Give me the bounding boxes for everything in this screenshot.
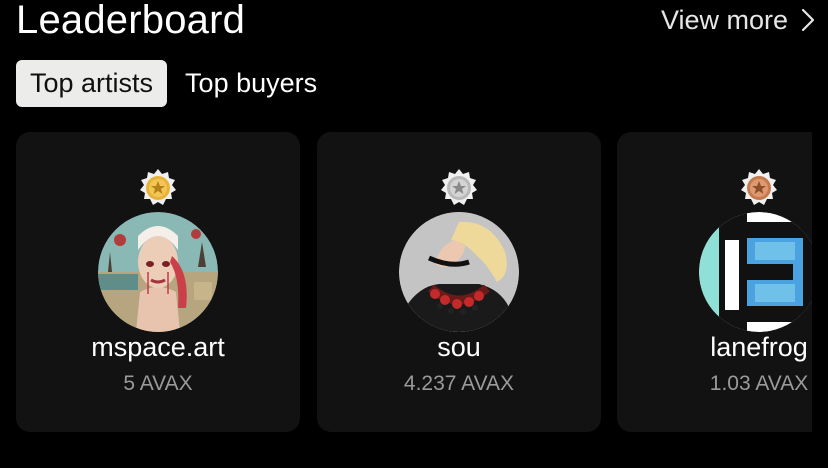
view-more-label: View more: [660, 4, 788, 35]
chevron-right-icon: [801, 8, 815, 32]
tab-top-artists[interactable]: Top artists: [16, 60, 168, 107]
artist-amount: 4.237 AVAX: [403, 372, 515, 395]
leaderboard-card[interactable]: sou 4.237 AVAX: [317, 132, 601, 432]
artist-amount: 1.03 AVAX: [709, 372, 809, 395]
silver-medal-icon: [441, 169, 477, 205]
leaderboard-header: Leaderboard View more: [16, 0, 816, 48]
page-title: Leaderboard: [16, 0, 246, 42]
leaderboard-section: Leaderboard View more Top artists Top bu…: [0, 0, 828, 468]
artist-name: mspace.art: [91, 332, 225, 362]
avatar-container: [98, 169, 218, 332]
leaderboard-card[interactable]: mspace.art 5 AVAX: [16, 132, 300, 432]
artist-name: lanefrog: [710, 332, 808, 362]
leaderboard-carousel[interactable]: mspace.art 5 AVAX sou 4.237 AVAX lanefro…: [16, 132, 812, 432]
view-more-link[interactable]: View more: [661, 5, 816, 36]
avatar-container: [699, 169, 812, 332]
gold-medal-icon: [140, 169, 176, 205]
lanefrog-logo-avatar: [699, 212, 812, 332]
avatar-container: [399, 169, 519, 332]
blonde-woman-avatar: [399, 212, 519, 332]
tab-top-buyers[interactable]: Top buyers: [177, 60, 331, 107]
leaderboard-card[interactable]: lanefrog 1.03 AVAX: [617, 132, 812, 432]
leaderboard-tabs: Top artists Top buyers: [16, 60, 331, 107]
surreal-portrait-avatar: [98, 212, 218, 332]
artist-amount: 5 AVAX: [123, 372, 193, 395]
bronze-medal-icon: [741, 169, 777, 205]
artist-name: sou: [437, 332, 481, 362]
